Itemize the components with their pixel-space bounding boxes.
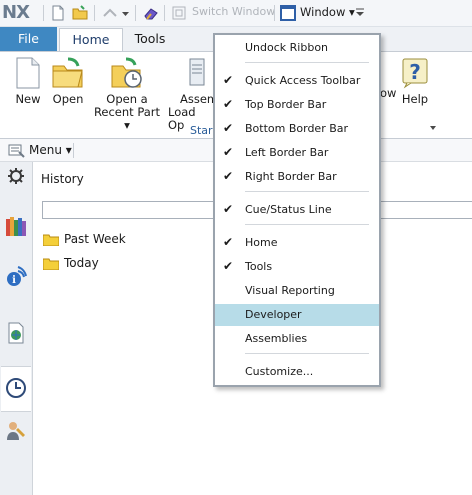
ribbon-group-label: Star bbox=[190, 124, 213, 137]
toolbar-divider bbox=[164, 5, 165, 21]
open-recent-part-button[interactable]: Open a Recent Part ▾ bbox=[92, 57, 162, 132]
checkmark-icon: ✔ bbox=[223, 73, 234, 87]
window-label: Window bbox=[300, 5, 346, 19]
chevron-down-icon: ▾ bbox=[349, 5, 355, 19]
nx-logo: NX bbox=[2, 2, 30, 23]
menu-item-left-border-bar[interactable]: ✔ Left Border Bar bbox=[215, 142, 379, 164]
web-browser-icon[interactable] bbox=[5, 322, 27, 344]
view-label-partial: ow bbox=[380, 86, 397, 100]
menu-item-label: Customize... bbox=[245, 365, 314, 378]
menu-separator bbox=[245, 62, 369, 63]
assem-label-line1: Assem bbox=[180, 92, 219, 106]
open-label: Open bbox=[52, 92, 84, 106]
toolbar-divider bbox=[135, 5, 136, 21]
folder-icon bbox=[43, 234, 59, 246]
open-folder-icon bbox=[52, 57, 83, 88]
menu-item-label: Bottom Border Bar bbox=[245, 122, 349, 135]
open-button[interactable]: Open bbox=[50, 57, 86, 106]
menu-item-label: Undock Ribbon bbox=[245, 41, 329, 54]
window-icon[interactable] bbox=[280, 5, 296, 21]
new-label: New bbox=[15, 92, 41, 106]
new-file-icon bbox=[16, 57, 40, 89]
checkmark-icon: ✔ bbox=[223, 145, 234, 159]
ribbon-expand-icon[interactable] bbox=[429, 124, 437, 132]
view-button-partial[interactable]: ow bbox=[380, 86, 397, 100]
checkmark-icon: ✔ bbox=[223, 169, 234, 183]
reuse-library-icon[interactable] bbox=[5, 215, 27, 237]
eraser-icon[interactable] bbox=[143, 5, 159, 21]
tab-home[interactable]: Home bbox=[59, 28, 123, 53]
menu-item-bottom-border-bar[interactable]: ✔ Bottom Border Bar bbox=[215, 118, 379, 140]
history-clock-icon[interactable] bbox=[5, 377, 27, 399]
menu-item-home[interactable]: ✔ Home bbox=[215, 232, 379, 254]
menu-item-top-border-bar[interactable]: ✔ Top Border Bar bbox=[215, 94, 379, 116]
assembly-load-options-button[interactable]: Assem Load Op bbox=[168, 57, 218, 132]
menu-item-label: Assemblies bbox=[245, 332, 308, 345]
roles-icon[interactable] bbox=[5, 420, 27, 442]
menu-item-label: Visual Reporting bbox=[245, 284, 335, 297]
assembly-load-icon bbox=[189, 58, 205, 86]
recent-label-line2: Recent Part ▾ bbox=[93, 105, 161, 132]
menu-item-label: Left Border Bar bbox=[245, 146, 329, 159]
menu-item-tools[interactable]: ✔ Tools bbox=[215, 256, 379, 278]
checkmark-icon: ✔ bbox=[223, 235, 234, 249]
help-button[interactable]: ? Help bbox=[398, 57, 432, 106]
new-button[interactable]: New bbox=[10, 57, 46, 106]
recent-label-line1: Open a bbox=[106, 92, 148, 106]
menu-item-assemblies[interactable]: Assemblies bbox=[215, 328, 379, 350]
menu-item-label: Right Border Bar bbox=[245, 170, 337, 183]
menu-separator bbox=[245, 353, 369, 354]
checkmark-icon: ✔ bbox=[223, 259, 234, 273]
command-bar-divider bbox=[73, 143, 74, 158]
toolbar-divider bbox=[274, 5, 275, 21]
switch-window-icon bbox=[172, 6, 186, 20]
menu-item-label: Developer bbox=[245, 308, 302, 321]
menu-item-label: Tools bbox=[245, 260, 273, 273]
toolbar-divider bbox=[43, 5, 44, 21]
menu-item-customize[interactable]: Customize... bbox=[215, 361, 379, 383]
gear-icon[interactable] bbox=[7, 167, 25, 185]
tab-file[interactable]: File bbox=[0, 27, 57, 51]
checkmark-icon: ✔ bbox=[223, 121, 234, 135]
menu-item-undock-ribbon[interactable]: Undock Ribbon bbox=[215, 37, 379, 59]
menu-item-right-border-bar[interactable]: ✔ Right Border Bar bbox=[215, 166, 379, 188]
new-file-icon[interactable] bbox=[50, 5, 66, 21]
window-dropdown-menu: Undock Ribbon ✔ Quick Access Toolbar ✔ Top… bbox=[213, 33, 381, 387]
menu-item-label: Home bbox=[245, 236, 278, 249]
checkmark-icon: ✔ bbox=[223, 202, 234, 216]
menu-item-label: Top Border Bar bbox=[245, 98, 327, 111]
svg-text:i: i bbox=[12, 275, 16, 286]
menu-separator bbox=[245, 224, 369, 225]
switch-window-button[interactable]: Switch Window bbox=[192, 5, 275, 18]
menu-item-cue-status-line[interactable]: ✔ Cue/Status Line bbox=[215, 199, 379, 221]
menu-item-developer[interactable]: Developer bbox=[215, 304, 379, 326]
chevron-down-icon[interactable] bbox=[121, 5, 130, 21]
svg-text:?: ? bbox=[409, 60, 421, 84]
history-panel-title: History bbox=[41, 172, 84, 186]
help-label: Help bbox=[401, 92, 429, 106]
open-folder-icon[interactable] bbox=[72, 5, 88, 21]
recent-folder-clock-icon bbox=[111, 57, 142, 88]
toolbar-divider bbox=[94, 5, 95, 21]
web-info-icon[interactable]: i bbox=[5, 266, 27, 288]
window-menu-button[interactable]: Window ▾ bbox=[300, 5, 355, 19]
history-item-past-week[interactable]: Past Week bbox=[64, 232, 126, 246]
history-item-today[interactable]: Today bbox=[64, 256, 99, 270]
menu-item-visual-reporting[interactable]: Visual Reporting bbox=[215, 280, 379, 302]
menu-icon bbox=[8, 144, 25, 158]
help-icon: ? bbox=[402, 58, 428, 89]
undo-icon[interactable] bbox=[102, 5, 118, 21]
checkmark-icon: ✔ bbox=[223, 97, 234, 111]
menu-item-label: Quick Access Toolbar bbox=[245, 74, 361, 87]
menu-separator bbox=[245, 191, 369, 192]
customize-qat-icon[interactable] bbox=[355, 7, 365, 17]
menu-button[interactable]: Menu ▾ bbox=[29, 143, 72, 157]
menu-item-quick-access-toolbar[interactable]: ✔ Quick Access Toolbar bbox=[215, 70, 379, 92]
menu-item-label: Cue/Status Line bbox=[245, 203, 332, 216]
folder-icon bbox=[43, 258, 59, 270]
tab-tools[interactable]: Tools bbox=[122, 27, 178, 51]
